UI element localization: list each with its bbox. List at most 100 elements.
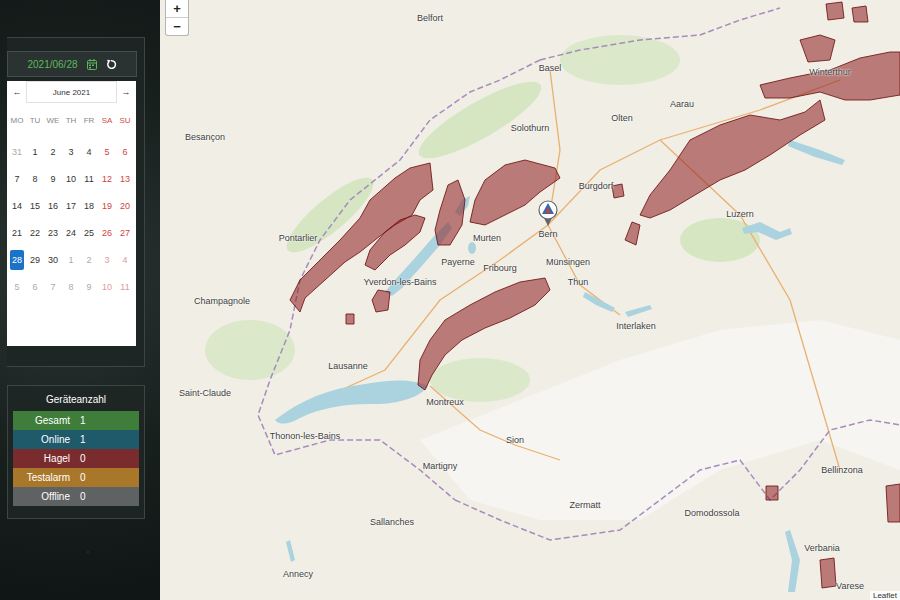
day-number[interactable]: 3 — [64, 142, 78, 162]
day-cell[interactable]: 5 — [8, 273, 26, 300]
device-count-row[interactable]: Online1 — [13, 430, 139, 449]
previous-month-button[interactable]: ← — [10, 81, 24, 103]
day-cell[interactable]: 25 — [80, 219, 98, 246]
day-number[interactable]: 13 — [118, 169, 132, 189]
hail-zone[interactable] — [826, 2, 844, 20]
day-cell[interactable]: 3 — [62, 138, 80, 165]
day-number[interactable]: 1 — [64, 250, 78, 270]
day-cell[interactable]: 11 — [80, 165, 98, 192]
day-number[interactable]: 6 — [28, 277, 42, 297]
day-cell[interactable]: 27 — [116, 219, 134, 246]
day-number[interactable]: 10 — [100, 277, 114, 297]
hail-zone[interactable] — [435, 180, 465, 245]
day-number[interactable]: 4 — [82, 142, 96, 162]
hail-zone[interactable] — [800, 35, 835, 62]
day-number[interactable]: 31 — [10, 142, 24, 162]
day-cell[interactable]: 16 — [44, 192, 62, 219]
day-cell[interactable]: 21 — [8, 219, 26, 246]
day-cell[interactable]: 9 — [44, 165, 62, 192]
day-cell[interactable]: 20 — [116, 192, 134, 219]
day-cell[interactable]: 14 — [8, 192, 26, 219]
day-number[interactable]: 17 — [64, 196, 78, 216]
day-number[interactable]: 12 — [100, 169, 114, 189]
map[interactable]: BelfortBaselWinterthurBesançonSolothurnO… — [160, 0, 900, 600]
device-count-row[interactable]: Testalarm0 — [13, 468, 139, 487]
day-cell[interactable]: 17 — [62, 192, 80, 219]
hail-zone[interactable] — [886, 484, 900, 522]
map-attribution[interactable]: Leaflet — [870, 591, 900, 600]
day-number[interactable]: 5 — [10, 277, 24, 297]
zoom-in-button[interactable]: + — [166, 0, 188, 18]
hail-zone[interactable] — [418, 278, 550, 390]
day-cell[interactable]: 6 — [116, 138, 134, 165]
day-cell[interactable]: 24 — [62, 219, 80, 246]
next-month-button[interactable]: → — [119, 81, 133, 103]
day-cell[interactable]: 4 — [116, 246, 134, 273]
day-cell[interactable]: 7 — [44, 273, 62, 300]
day-cell[interactable]: 8 — [62, 273, 80, 300]
day-cell[interactable]: 1 — [26, 138, 44, 165]
day-number[interactable]: 15 — [28, 196, 42, 216]
device-count-row[interactable]: Hagel0 — [13, 449, 139, 468]
day-cell[interactable]: 6 — [26, 273, 44, 300]
day-cell[interactable]: 7 — [8, 165, 26, 192]
day-cell[interactable]: 9 — [80, 273, 98, 300]
day-cell[interactable]: 13 — [116, 165, 134, 192]
hail-zone[interactable] — [346, 314, 354, 324]
day-cell[interactable]: 23 — [44, 219, 62, 246]
day-cell[interactable]: 2 — [44, 138, 62, 165]
map-canvas[interactable] — [160, 0, 900, 600]
day-number[interactable]: 27 — [118, 223, 132, 243]
day-number[interactable]: 24 — [64, 223, 78, 243]
day-cell[interactable]: 22 — [26, 219, 44, 246]
day-cell[interactable]: 15 — [26, 192, 44, 219]
device-count-row[interactable]: Offline0 — [13, 487, 139, 506]
day-number[interactable]: 3 — [100, 250, 114, 270]
day-cell[interactable]: 2 — [80, 246, 98, 273]
day-number[interactable]: 23 — [46, 223, 60, 243]
day-number[interactable]: 11 — [82, 169, 96, 189]
day-cell[interactable]: 12 — [98, 165, 116, 192]
day-cell[interactable]: 31 — [8, 138, 26, 165]
day-number[interactable]: 9 — [46, 169, 60, 189]
hail-zone[interactable] — [372, 290, 390, 312]
hail-zone[interactable] — [625, 222, 640, 245]
day-number[interactable]: 22 — [28, 223, 42, 243]
hail-zone[interactable] — [470, 160, 560, 225]
day-cell[interactable]: 4 — [80, 138, 98, 165]
day-number[interactable]: 6 — [118, 142, 132, 162]
day-number[interactable]: 7 — [46, 277, 60, 297]
month-label[interactable]: June 2021 — [26, 81, 117, 103]
day-number[interactable]: 25 — [82, 223, 96, 243]
day-number[interactable]: 1 — [28, 142, 42, 162]
day-number[interactable]: 20 — [118, 196, 132, 216]
day-number[interactable]: 8 — [64, 277, 78, 297]
day-cell[interactable]: 10 — [98, 273, 116, 300]
day-cell[interactable]: 19 — [98, 192, 116, 219]
day-number[interactable]: 28 — [10, 250, 24, 270]
day-number[interactable]: 21 — [10, 223, 24, 243]
hail-zone[interactable] — [640, 100, 825, 218]
day-cell[interactable]: 5 — [98, 138, 116, 165]
zoom-out-button[interactable]: − — [166, 18, 188, 35]
reset-icon[interactable] — [106, 59, 117, 70]
day-cell[interactable]: 1 — [62, 246, 80, 273]
day-cell[interactable]: 26 — [98, 219, 116, 246]
day-number[interactable]: 30 — [46, 250, 60, 270]
hail-zone[interactable] — [612, 184, 624, 198]
hail-zone[interactable] — [820, 558, 836, 588]
hail-zone[interactable] — [365, 215, 425, 270]
day-number[interactable]: 7 — [10, 169, 24, 189]
day-number[interactable]: 10 — [64, 169, 78, 189]
hail-zone[interactable] — [766, 486, 778, 500]
day-number[interactable]: 26 — [100, 223, 114, 243]
hail-zone[interactable] — [852, 6, 868, 22]
day-cell[interactable]: 11 — [116, 273, 134, 300]
day-number[interactable]: 29 — [28, 250, 42, 270]
day-number[interactable]: 18 — [82, 196, 96, 216]
day-number[interactable]: 8 — [28, 169, 42, 189]
day-number[interactable]: 4 — [118, 250, 132, 270]
day-cell[interactable]: 3 — [98, 246, 116, 273]
day-cell[interactable]: 28 — [8, 246, 26, 273]
day-cell[interactable]: 18 — [80, 192, 98, 219]
